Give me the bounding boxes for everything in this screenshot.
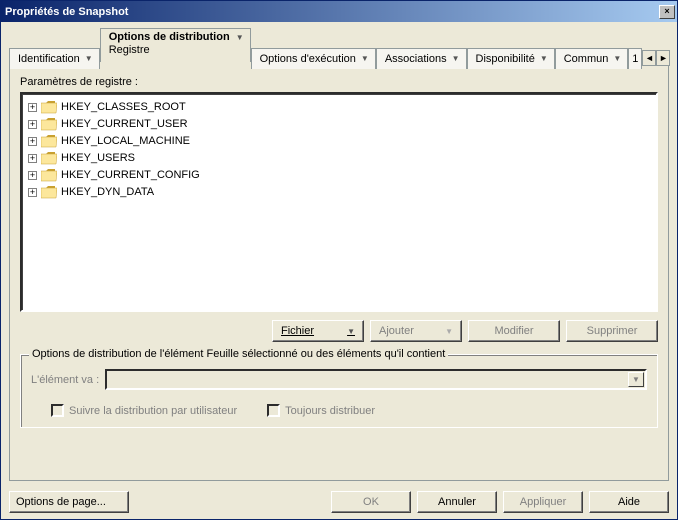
- folder-icon: [41, 169, 57, 182]
- distribution-groupbox: Options de distribution de l'élément Feu…: [20, 354, 658, 428]
- dialog-footer: Options de page... OK Annuler Appliquer …: [1, 485, 677, 519]
- tree-item-label: HKEY_CURRENT_USER: [61, 118, 188, 130]
- chevron-down-icon[interactable]: ▼: [628, 372, 644, 387]
- chevron-down-icon: ▼: [347, 327, 355, 336]
- tab-label: Commun: [564, 53, 609, 65]
- tab-distribution-options[interactable]: Options de distribution ▼ Registre: [100, 28, 251, 62]
- button-label: OK: [363, 496, 379, 508]
- page-options-button[interactable]: Options de page...: [9, 491, 129, 513]
- folder-icon: [41, 118, 57, 131]
- checkbox-label: Toujours distribuer: [285, 405, 375, 417]
- tab-label: 1: [632, 53, 638, 65]
- tree-button-row: Fichier ▼ Ajouter ▼ Modifier Supprimer: [20, 320, 658, 342]
- tree-item[interactable]: + HKEY_CURRENT_USER: [28, 116, 650, 132]
- tab-scroll-left[interactable]: ◄: [642, 50, 656, 66]
- tree-item[interactable]: + HKEY_LOCAL_MACHINE: [28, 133, 650, 149]
- fichier-button[interactable]: Fichier ▼: [272, 320, 364, 342]
- expand-icon[interactable]: +: [28, 103, 37, 112]
- tree-item[interactable]: + HKEY_USERS: [28, 150, 650, 166]
- window: Propriétés de Snapshot × Identification …: [0, 0, 678, 520]
- tab-disponibilite[interactable]: Disponibilité ▼: [467, 48, 555, 69]
- tab-scroll-right[interactable]: ►: [656, 50, 670, 66]
- section-label: Paramètres de registre :: [20, 76, 658, 88]
- help-button[interactable]: Aide: [589, 491, 669, 513]
- tree-item[interactable]: + HKEY_DYN_DATA: [28, 184, 650, 200]
- chevron-down-icon: ▼: [445, 327, 453, 336]
- tab-identification[interactable]: Identification ▼: [9, 48, 100, 69]
- tab-sublabel: Registre: [109, 44, 150, 56]
- modifier-button[interactable]: Modifier: [468, 320, 560, 342]
- checkbox-label: Suivre la distribution par utilisateur: [69, 405, 237, 417]
- button-label: Annuler: [438, 496, 476, 508]
- titlebar: Propriétés de Snapshot ×: [1, 1, 677, 22]
- chevron-down-icon: ▼: [540, 54, 548, 63]
- expand-icon[interactable]: +: [28, 171, 37, 180]
- checkbox-icon: [267, 404, 280, 417]
- button-label: Modifier: [494, 325, 533, 337]
- tree-item[interactable]: + HKEY_CLASSES_ROOT: [28, 99, 650, 115]
- chevron-down-icon: ▼: [452, 54, 460, 63]
- element-row: L'élément va : ▼: [31, 369, 647, 390]
- ok-button[interactable]: OK: [331, 491, 411, 513]
- tree-item-label: HKEY_USERS: [61, 152, 135, 164]
- button-label: Options de page...: [16, 496, 106, 508]
- expand-icon[interactable]: +: [28, 120, 37, 129]
- tree-item-label: HKEY_DYN_DATA: [61, 186, 154, 198]
- groupbox-legend: Options de distribution de l'élément Feu…: [29, 348, 448, 360]
- tree-item-label: HKEY_CLASSES_ROOT: [61, 101, 186, 113]
- button-label: Ajouter: [379, 325, 414, 337]
- chevron-down-icon: ▼: [236, 33, 244, 42]
- tab-panel: Paramètres de registre : + HKEY_CLASSES_R…: [9, 61, 669, 481]
- tree-item-label: HKEY_CURRENT_CONFIG: [61, 169, 200, 181]
- tab-scroll: ◄ ►: [642, 49, 670, 67]
- client-area: Identification ▼ Options de distribution…: [1, 22, 677, 485]
- chevron-down-icon: ▼: [85, 54, 93, 63]
- element-combo[interactable]: ▼: [105, 369, 647, 390]
- tab-commun[interactable]: Commun ▼: [555, 48, 629, 69]
- tab-associations[interactable]: Associations ▼: [376, 48, 467, 69]
- tab-label: Disponibilité: [476, 53, 535, 65]
- tree-item-label: HKEY_LOCAL_MACHINE: [61, 135, 190, 147]
- checkbox-icon: [51, 404, 64, 417]
- folder-icon: [41, 152, 57, 165]
- close-button[interactable]: ×: [659, 5, 675, 19]
- always-distribute-checkbox[interactable]: Toujours distribuer: [267, 404, 375, 417]
- tab-truncated[interactable]: 1: [628, 48, 642, 69]
- button-label: Aide: [618, 496, 640, 508]
- checkbox-row: Suivre la distribution par utilisateur T…: [51, 404, 647, 417]
- expand-icon[interactable]: +: [28, 188, 37, 197]
- chevron-down-icon: ▼: [361, 54, 369, 63]
- tab-execution-options[interactable]: Options d'exécution ▼: [251, 48, 376, 69]
- element-label: L'élément va :: [31, 374, 99, 386]
- tree-item[interactable]: + HKEY_CURRENT_CONFIG: [28, 167, 650, 183]
- tab-label: Options de distribution: [109, 31, 230, 43]
- chevron-down-icon: ▼: [613, 54, 621, 63]
- tab-label: Options d'exécution: [260, 53, 356, 65]
- ajouter-button[interactable]: Ajouter ▼: [370, 320, 462, 342]
- supprimer-button[interactable]: Supprimer: [566, 320, 658, 342]
- window-title: Propriétés de Snapshot: [5, 6, 657, 18]
- tab-label: Associations: [385, 53, 447, 65]
- folder-icon: [41, 101, 57, 114]
- tab-strip: Identification ▼ Options de distribution…: [9, 28, 669, 62]
- apply-button[interactable]: Appliquer: [503, 491, 583, 513]
- folder-icon: [41, 186, 57, 199]
- folder-icon: [41, 135, 57, 148]
- tab-label: Identification: [18, 53, 80, 65]
- expand-icon[interactable]: +: [28, 154, 37, 163]
- track-distribution-checkbox[interactable]: Suivre la distribution par utilisateur: [51, 404, 237, 417]
- expand-icon[interactable]: +: [28, 137, 37, 146]
- cancel-button[interactable]: Annuler: [417, 491, 497, 513]
- button-label: Appliquer: [520, 496, 566, 508]
- button-label: Supprimer: [587, 325, 638, 337]
- button-label: Fichier: [281, 325, 314, 337]
- registry-tree[interactable]: + HKEY_CLASSES_ROOT + HKEY_CURRENT_USER + HKE…: [20, 92, 658, 312]
